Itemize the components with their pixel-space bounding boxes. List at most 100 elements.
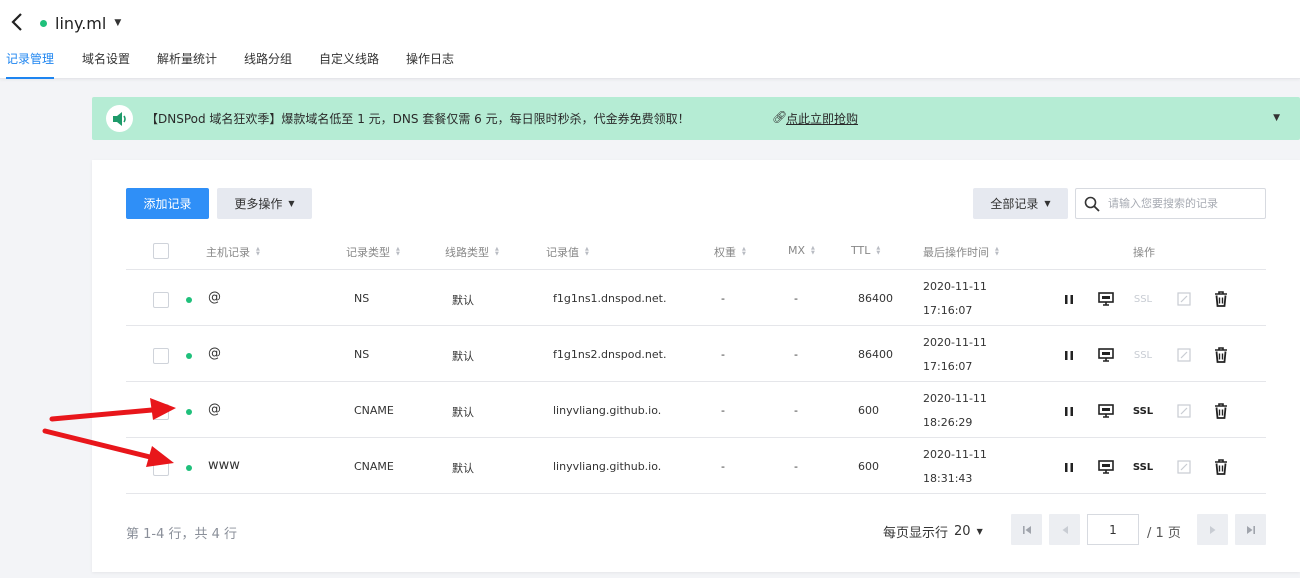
table-row: @ NS 默认 f1g1ns1.dnspod.net. - - 86400 20… [126,271,1266,326]
sort-icon: ▲ ▼ [742,246,746,257]
tab-custom-lines[interactable]: 自定义线路 [319,48,379,79]
caret-down-icon: ▼ [114,18,122,28]
record-filter-dropdown[interactable]: 全部记录 ▼ [973,188,1068,219]
type-cell: NS [354,292,370,305]
caret-down-icon: ▼ [1044,199,1051,208]
monitor-icon[interactable] [1097,458,1115,476]
column-header-host[interactable]: 主机记录 ▲ ▼ [206,244,260,260]
sort-icon: ▲ ▼ [396,246,400,257]
next-page-button[interactable] [1197,514,1228,545]
updated-time: 17:16:07 [923,360,973,373]
tab-domain-settings[interactable]: 域名设置 [82,48,130,79]
ttl-cell: 86400 [858,292,893,305]
page-size-selector[interactable]: 每页显示行 20 ▼ [883,522,983,541]
updated-cell: 2020-11-11 18:26:29 [923,387,987,435]
row-checkbox[interactable] [153,348,169,364]
column-label: MX [788,244,806,257]
edit-icon[interactable] [1175,402,1193,420]
column-label: 主机记录 [206,246,250,259]
search-input[interactable] [1108,197,1258,210]
host-cell: @ [208,346,221,361]
domain-name: liny.ml [55,13,107,33]
updated-time: 18:31:43 [923,472,973,485]
tab-record-management[interactable]: 记录管理 [6,48,55,79]
delete-icon[interactable] [1212,346,1230,364]
column-header-type[interactable]: 记录类型 ▲ ▼ [346,244,400,260]
ttl-cell: 600 [858,460,879,473]
ssl-button[interactable]: SSL [1133,290,1153,308]
ttl-cell: 600 [858,404,879,417]
expand-icon[interactable]: ▼ [1273,113,1280,123]
table-row: @ NS 默认 f1g1ns2.dnspod.net. - - 86400 20… [126,327,1266,382]
promo-banner: 【DNSPod 域名狂欢季】爆款域名低至 1 元，DNS 套餐仅需 6 元，每日… [92,97,1300,140]
pause-icon[interactable] [1060,458,1078,476]
domain-selector[interactable]: liny.ml ▼ [40,12,121,34]
pause-icon[interactable] [1060,402,1078,420]
edit-icon[interactable] [1175,290,1193,308]
edit-icon[interactable] [1175,346,1193,364]
line-cell: 默认 [452,294,474,307]
first-page-button[interactable] [1011,514,1042,545]
banner-link[interactable]: 点此立即抢购 [786,110,858,127]
type-cell: NS [354,348,370,361]
sort-icon: ▲ ▼ [876,244,881,256]
monitor-icon[interactable] [1097,402,1115,420]
edit-icon[interactable] [1175,458,1193,476]
ssl-button[interactable]: SSL [1133,402,1153,420]
row-summary: 第 1-4 行，共 4 行 [126,527,238,542]
speaker-icon [106,105,133,132]
pause-icon[interactable] [1060,346,1078,364]
table-row: @ CNAME 默认 linyvliang.github.io. - - 600… [126,383,1266,438]
row-checkbox[interactable] [153,292,169,308]
column-header-mx[interactable]: MX ▲ ▼ [788,244,815,257]
total-pages: / 1 页 [1147,526,1181,541]
back-icon[interactable] [8,12,26,32]
host-cell: @ [208,290,221,305]
type-cell: CNAME [354,460,394,473]
add-record-button[interactable]: 添加记录 [126,188,209,219]
delete-icon[interactable] [1212,402,1230,420]
select-all-checkbox[interactable] [153,243,169,259]
updated-date: 2020-11-11 [923,448,987,461]
column-label: 记录值 [546,246,579,259]
host-cell: www [208,458,240,473]
type-cell: CNAME [354,404,394,417]
column-header-line[interactable]: 线路类型 ▲ ▼ [445,244,499,260]
monitor-icon[interactable] [1097,290,1115,308]
column-label: 线路类型 [445,246,489,259]
column-header-ttl[interactable]: TTL ▲ ▼ [851,244,880,257]
value-cell: linyvliang.github.io. [553,404,662,417]
delete-icon[interactable] [1212,458,1230,476]
tab-line-groups[interactable]: 线路分组 [244,48,292,79]
sort-icon: ▲ ▼ [811,244,815,256]
value-cell: linyvliang.github.io. [553,460,662,473]
ssl-button[interactable]: SSL [1133,458,1153,476]
sort-icon: ▲ ▼ [256,246,260,257]
column-header-weight[interactable]: 权重 ▲ ▼ [714,244,746,260]
prev-page-button[interactable] [1049,514,1080,545]
updated-date: 2020-11-11 [923,280,987,293]
more-actions-button[interactable]: 更多操作 ▼ [217,188,312,219]
column-header-updated[interactable]: 最后操作时间 ▲ ▼ [923,244,999,260]
mx-cell: - [794,348,798,361]
monitor-icon[interactable] [1097,346,1115,364]
updated-time: 17:16:07 [923,304,973,317]
pause-icon[interactable] [1060,290,1078,308]
delete-icon[interactable] [1212,290,1230,308]
row-checkbox[interactable] [153,460,169,476]
column-header-value[interactable]: 记录值 ▲ ▼ [546,244,589,260]
updated-time: 18:26:29 [923,416,973,429]
tab-resolution-stats[interactable]: 解析量统计 [157,48,217,79]
link-icon: 🔗︎ [772,110,788,124]
row-checkbox[interactable] [153,404,169,420]
page-number-input[interactable]: 1 [1087,514,1139,545]
tab-operation-log[interactable]: 操作日志 [406,48,454,79]
ttl-cell: 86400 [858,348,893,361]
last-page-button[interactable] [1235,514,1266,545]
search-icon [1076,196,1108,212]
status-dot [186,409,192,415]
mx-cell: - [794,404,798,417]
weight-cell: - [721,292,725,305]
ssl-button[interactable]: SSL [1133,346,1153,364]
updated-cell: 2020-11-11 18:31:43 [923,443,987,491]
